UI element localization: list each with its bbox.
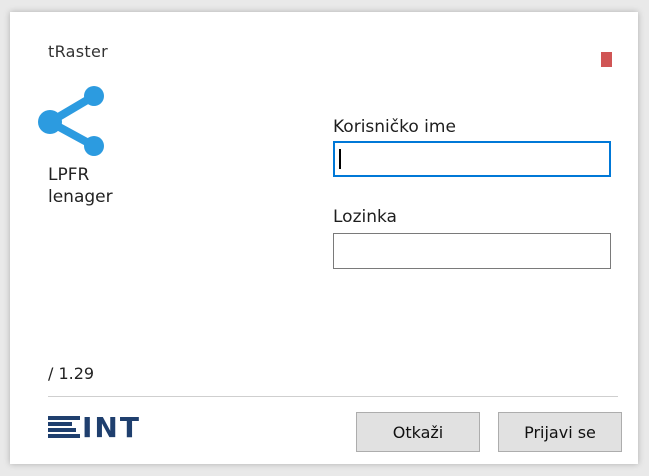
logo-mark-icon bbox=[48, 414, 80, 440]
password-field[interactable] bbox=[333, 233, 611, 269]
app-name: LPFR lenager bbox=[48, 164, 113, 208]
share-nodes-icon bbox=[38, 86, 104, 156]
username-label: Korisničko ime bbox=[333, 117, 456, 137]
login-window: tRaster LPFR lenager Korisničko ime Lozi… bbox=[10, 12, 638, 464]
username-field[interactable] bbox=[333, 141, 611, 177]
brand-name: tRaster bbox=[48, 42, 108, 61]
footer-divider bbox=[48, 396, 618, 397]
version-text: / 1.29 bbox=[48, 364, 95, 383]
company-logo: INT bbox=[48, 410, 141, 444]
close-icon[interactable] bbox=[601, 52, 612, 67]
password-label: Lozinka bbox=[333, 207, 397, 227]
text-caret bbox=[339, 149, 341, 169]
cancel-button[interactable]: Otkaži bbox=[356, 412, 480, 452]
login-button[interactable]: Prijavi se bbox=[498, 412, 622, 452]
app-name-line1: LPFR bbox=[48, 165, 90, 185]
app-name-line2: lenager bbox=[48, 187, 113, 207]
logo-text: INT bbox=[82, 410, 141, 444]
